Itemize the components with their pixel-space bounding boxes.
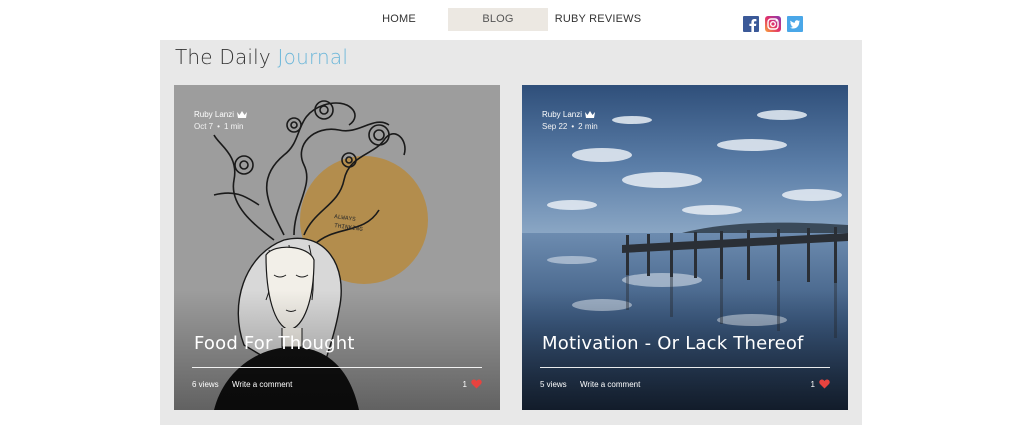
post-divider [540, 367, 830, 368]
post-card-food-for-thought[interactable]: ALWAYS THINKING Ruby Lanzi Oct 7 • 1 min… [174, 85, 500, 410]
post-divider [192, 367, 482, 368]
author-name[interactable]: Ruby Lanzi [542, 110, 582, 119]
post-date: Sep 22 [542, 122, 568, 131]
nav-item-ruby-reviews[interactable]: RUBY REVIEWS [548, 8, 648, 31]
blog-feed: The Daily Journal ALWAYS THINKING Ruby L… [160, 40, 862, 425]
crown-icon [237, 111, 248, 118]
blog-title-accent: Journal [277, 45, 349, 69]
heart-icon[interactable] [471, 379, 482, 389]
post-date: Oct 7 [194, 122, 214, 131]
nav-item-blog[interactable]: BLOG [448, 8, 548, 31]
author-name[interactable]: Ruby Lanzi [194, 110, 234, 119]
post-title[interactable]: Motivation - Or Lack Thereof [542, 333, 804, 354]
meta-separator: • [571, 122, 575, 131]
post-author[interactable]: Ruby Lanzi [542, 110, 596, 119]
write-comment-link[interactable]: Write a comment [580, 380, 640, 389]
social-bar [743, 16, 803, 32]
post-title[interactable]: Food For Thought [194, 333, 355, 354]
post-meta: Sep 22 • 2 min [542, 122, 598, 131]
blog-title-main: The Daily [175, 45, 271, 69]
blog-title: The Daily Journal [175, 45, 348, 69]
post-read-time: 2 min [578, 122, 598, 131]
like-count: 1 [810, 379, 815, 389]
post-footer: 5 views Write a comment 1 [540, 379, 830, 392]
meta-separator: • [217, 122, 220, 131]
facebook-icon[interactable] [743, 16, 759, 32]
twitter-icon[interactable] [787, 16, 803, 32]
site-navigation: HOME BLOG RUBY REVIEWS [0, 8, 1023, 32]
post-views: 5 views [540, 380, 567, 389]
post-author[interactable]: Ruby Lanzi [194, 110, 248, 119]
instagram-icon[interactable] [765, 16, 781, 32]
post-likes[interactable]: 1 [463, 379, 482, 389]
heart-icon[interactable] [819, 379, 830, 389]
post-meta: Oct 7 • 1 min [194, 122, 244, 131]
post-card-motivation[interactable]: Ruby Lanzi Sep 22 • 2 min Motivation - O… [522, 85, 848, 410]
like-count: 1 [462, 379, 467, 389]
post-likes[interactable]: 1 [811, 379, 830, 389]
write-comment-link[interactable]: Write a comment [232, 380, 292, 389]
post-views: 6 views [192, 380, 219, 389]
post-footer: 6 views Write a comment 1 [192, 379, 482, 392]
nav-item-home[interactable]: HOME [350, 8, 448, 31]
post-read-time: 1 min [223, 122, 244, 131]
crown-icon [585, 111, 596, 118]
